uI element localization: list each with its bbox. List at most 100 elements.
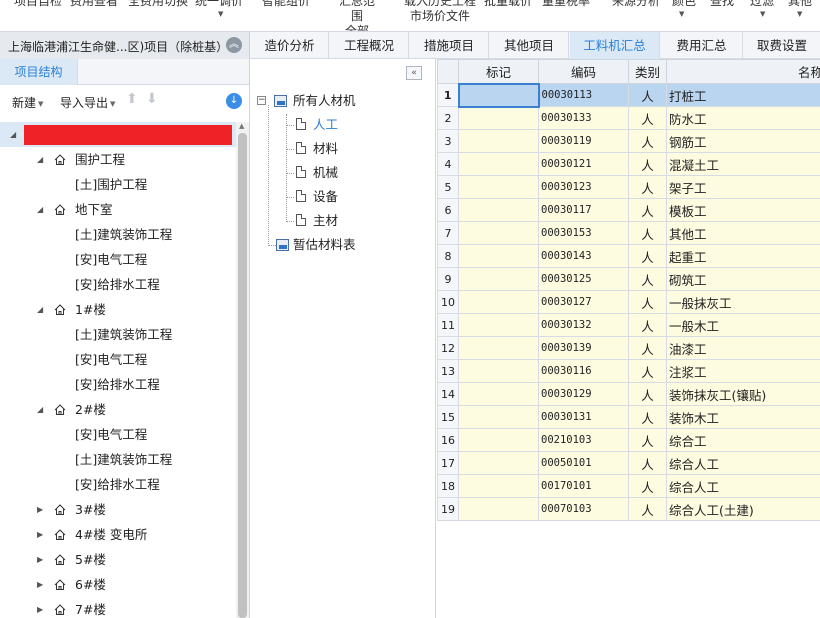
scrollbar-thumb[interactable] [238, 133, 247, 618]
name-cell[interactable]: 模板工 [666, 198, 820, 222]
name-cell[interactable]: 装饰木工 [666, 405, 820, 429]
name-cell[interactable]: 混凝土工 [666, 152, 820, 176]
code-cell[interactable]: 00030123 [538, 175, 629, 199]
tree-leaf-node[interactable]: [安]给排水工程 [0, 272, 236, 297]
mark-cell[interactable] [458, 428, 539, 452]
tab-other-items[interactable]: 其他项目 [490, 32, 569, 59]
ribbon-item-fee-view[interactable]: 费用查看 [70, 0, 118, 9]
tree-group-node[interactable]: ▶ 4#楼 变电所 [0, 522, 236, 547]
table-row[interactable]: 13 00030116 人注浆工 [437, 359, 820, 383]
tab-project-overview[interactable]: 工程概况 [330, 32, 409, 59]
code-cell[interactable]: 00050101 [538, 451, 629, 475]
category-cell[interactable]: 人 [628, 198, 667, 222]
code-cell[interactable]: 00030119 [538, 129, 629, 153]
category-cell[interactable]: 人 [628, 405, 667, 429]
tree-leaf-node[interactable]: [土]围护工程 [0, 172, 236, 197]
tree-leaf-node[interactable]: [安]给排水工程 [0, 472, 236, 497]
mark-cell[interactable] [458, 359, 539, 383]
download-icon[interactable]: ↓ [226, 93, 242, 109]
category-cell[interactable]: 人 [628, 382, 667, 406]
table-row[interactable]: 11 00030132 人一般木工 [437, 313, 820, 337]
expand-toggle-icon[interactable]: ◢ [10, 122, 16, 147]
name-cell[interactable]: 防水工 [666, 106, 820, 130]
tree-leaf-node[interactable]: [土]建筑装饰工程 [0, 222, 236, 247]
table-row[interactable]: 15 00030131 人装饰木工 [437, 405, 820, 429]
new-button[interactable]: 新建 ▼ [12, 94, 43, 111]
code-cell[interactable]: 00030129 [538, 382, 629, 406]
code-cell[interactable]: 00030125 [538, 267, 629, 291]
code-cell[interactable]: 00030143 [538, 244, 629, 268]
collapse-toggle-icon[interactable]: ◢ [37, 397, 43, 422]
mark-cell[interactable] [458, 451, 539, 475]
name-cell[interactable]: 一般抹灰工 [666, 290, 820, 314]
mark-cell[interactable] [458, 129, 539, 153]
scroll-up-icon[interactable]: ▲ [239, 122, 244, 130]
code-cell[interactable]: 00030113 [538, 83, 629, 107]
tab-project-structure[interactable]: 项目结构 [0, 59, 78, 85]
table-row[interactable]: 14 00030129 人装饰抹灰工(镶贴) [437, 382, 820, 406]
tree-group-node[interactable]: ▶ 7#楼 [0, 597, 236, 618]
category-cell[interactable]: 人 [628, 221, 667, 245]
ribbon-item-self-check[interactable]: 项目自检 [14, 0, 62, 9]
table-row[interactable]: 9 00030125 人砌筑工 [437, 267, 820, 291]
category-cell[interactable]: 人 [628, 244, 667, 268]
code-cell[interactable]: 00030133 [538, 106, 629, 130]
mark-cell[interactable] [458, 221, 539, 245]
tree-root[interactable]: ◢ [0, 122, 236, 147]
tree-leaf-node[interactable]: [安]电气工程 [0, 347, 236, 372]
ribbon-item-smart-price[interactable]: 智能组价 [262, 0, 310, 9]
category-cell[interactable]: 人 [628, 152, 667, 176]
name-cell[interactable]: 一般木工 [666, 313, 820, 337]
collapse-toggle-icon[interactable]: ◢ [37, 297, 43, 322]
tree-group-node[interactable]: ◢ 围护工程 [0, 147, 236, 172]
category-cell[interactable]: 人 [628, 359, 667, 383]
mark-cell[interactable] [458, 336, 539, 360]
code-cell[interactable]: 00030153 [538, 221, 629, 245]
import-export-button[interactable]: 导入导出 ▼ [60, 94, 115, 111]
category-cell[interactable]: 人 [628, 175, 667, 199]
table-row[interactable]: 7 00030153 人其他工 [437, 221, 820, 245]
mark-cell[interactable] [458, 497, 539, 521]
tab-labor-material-summary[interactable]: 工料机汇总 [570, 32, 660, 59]
mark-cell[interactable] [458, 290, 539, 314]
name-cell[interactable]: 架子工 [666, 175, 820, 199]
name-cell[interactable]: 打桩工 [666, 83, 820, 107]
name-cell[interactable]: 综合人工 [666, 451, 820, 475]
name-cell[interactable]: 综合人工 [666, 474, 820, 498]
expand-toggle-icon[interactable]: ▶ [37, 497, 43, 522]
collapse-toggle-icon[interactable]: ◢ [37, 147, 43, 172]
code-cell[interactable]: 00030139 [538, 336, 629, 360]
collapse-toggle-icon[interactable]: ◢ [37, 197, 43, 222]
category-cell[interactable]: 人 [628, 313, 667, 337]
ribbon-item-adjust[interactable]: 统一调价 [194, 0, 244, 9]
ribbon-item-find[interactable]: 查找 [710, 0, 734, 9]
ribbon-item-batch-load[interactable]: 批量载价 [484, 0, 532, 9]
table-row[interactable]: 8 00030143 人起重工 [437, 244, 820, 268]
tree-leaf-node[interactable]: [安]给排水工程 [0, 372, 236, 397]
collapse-left-icon[interactable]: « [406, 66, 422, 80]
tree-leaf-node[interactable]: [安]电气工程 [0, 422, 236, 447]
ribbon-item-color[interactable]: 颜色 [672, 0, 696, 9]
mark-cell[interactable] [457, 82, 540, 108]
code-cell[interactable]: 00210103 [538, 428, 629, 452]
mark-cell[interactable] [458, 152, 539, 176]
mark-cell[interactable] [458, 405, 539, 429]
tree-group-node[interactable]: ▶ 3#楼 [0, 497, 236, 522]
name-cell[interactable]: 综合工 [666, 428, 820, 452]
mark-cell[interactable] [458, 382, 539, 406]
category-cell[interactable]: 人 [628, 106, 667, 130]
category-cell[interactable]: 人 [628, 497, 667, 521]
column-header-name[interactable]: 名称 [666, 59, 820, 84]
category-cell[interactable]: 人 [628, 428, 667, 452]
mark-cell[interactable] [458, 313, 539, 337]
category-cell[interactable]: 人 [628, 290, 667, 314]
ribbon-item-source-analysis[interactable]: 来源分析 [612, 0, 660, 9]
table-row[interactable]: 4 00030121 人混凝土工 [437, 152, 820, 176]
column-header-code[interactable]: 编码 [538, 59, 629, 84]
code-cell[interactable]: 00030131 [538, 405, 629, 429]
category-cell[interactable]: 人 [628, 336, 667, 360]
name-cell[interactable]: 注浆工 [666, 359, 820, 383]
code-cell[interactable]: 00030117 [538, 198, 629, 222]
tab-cost-analysis[interactable]: 造价分析 [251, 32, 329, 59]
category-cell[interactable]: 人 [628, 129, 667, 153]
